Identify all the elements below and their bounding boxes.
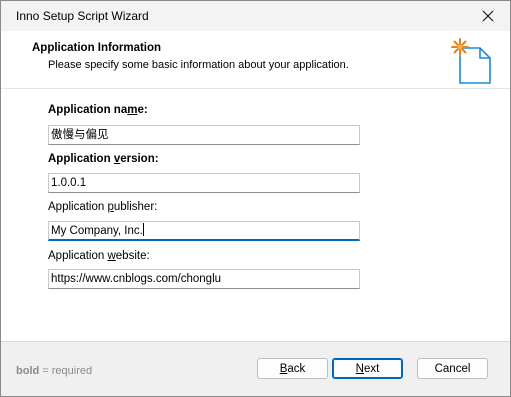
window-title: Inno Setup Script Wizard xyxy=(16,9,149,23)
app-publisher-input[interactable]: My Company, Inc. xyxy=(48,221,360,241)
required-legend: bold = required xyxy=(16,365,93,377)
app-publisher-label: Application publisher: xyxy=(48,201,158,213)
text-caret xyxy=(142,223,144,236)
app-version-input[interactable]: 1.0.0.1 xyxy=(48,173,360,193)
close-button[interactable] xyxy=(466,1,510,31)
title-bar[interactable]: Inno Setup Script Wizard xyxy=(1,1,510,31)
wizard-document-icon xyxy=(451,38,491,84)
cancel-button[interactable]: Cancel xyxy=(417,358,488,379)
page-subtitle: Please specify some basic information ab… xyxy=(48,59,349,71)
back-button[interactable]: Back xyxy=(257,358,328,379)
form-area: Application name: 傲慢与偏见 Application vers… xyxy=(1,88,510,342)
next-button[interactable]: Next xyxy=(332,358,403,379)
footer-divider xyxy=(1,341,510,342)
app-name-label: Application name: xyxy=(48,104,148,116)
wizard-header: Application Information Please specify s… xyxy=(1,31,510,88)
app-version-label: Application version: xyxy=(48,153,159,165)
page-title: Application Information xyxy=(32,42,162,54)
app-website-label: Application website: xyxy=(48,250,150,262)
app-website-input[interactable]: https://www.cnblogs.com/chonglu xyxy=(48,269,360,289)
app-name-input[interactable]: 傲慢与偏见 xyxy=(48,125,360,145)
wizard-window: Inno Setup Script Wizard Application Inf… xyxy=(0,0,511,397)
close-icon xyxy=(482,10,494,22)
